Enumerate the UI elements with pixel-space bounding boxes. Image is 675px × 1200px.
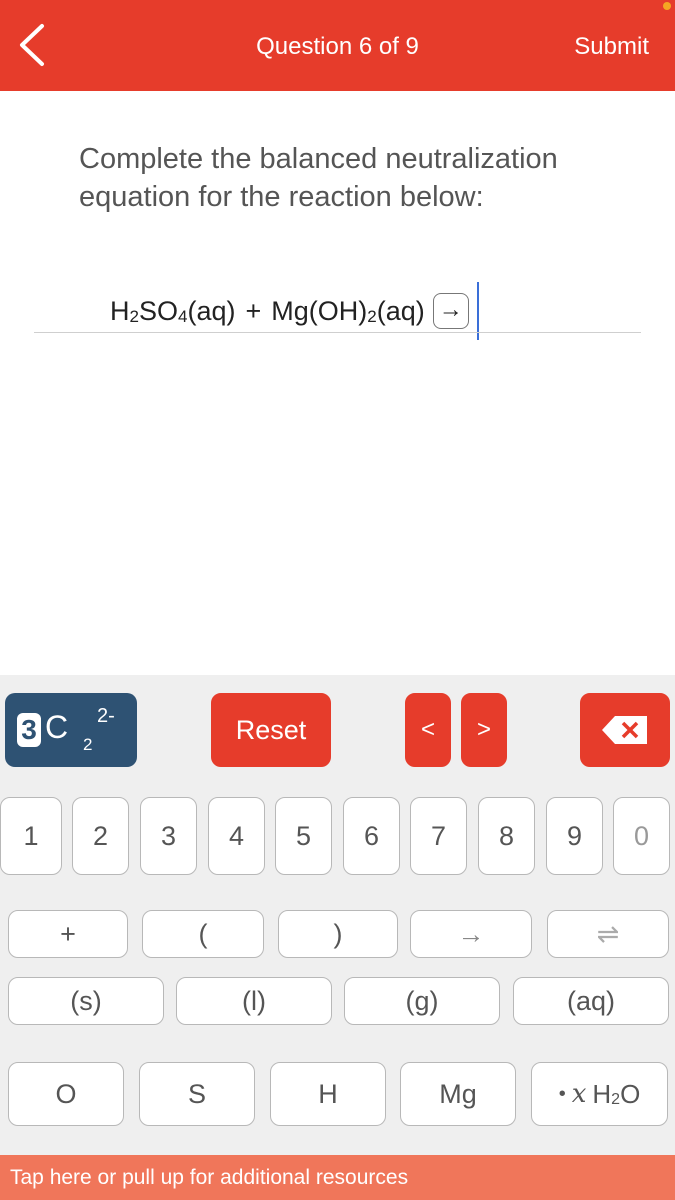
equilibrium-arrow-key[interactable]: ⇌ bbox=[547, 910, 669, 958]
digit-key-3[interactable]: 3 bbox=[140, 797, 197, 875]
element-key-o[interactable]: O bbox=[8, 1062, 124, 1126]
element-key-mg[interactable]: Mg bbox=[400, 1062, 516, 1126]
state-solid-key[interactable]: (s) bbox=[8, 977, 164, 1025]
additional-resources-bar[interactable]: Tap here or pull up for additional resou… bbox=[0, 1155, 675, 1200]
reactant-1-so-subscript: 4 bbox=[177, 307, 188, 326]
digit-key-0[interactable]: 0 bbox=[613, 797, 670, 875]
plus-key[interactable]: + bbox=[8, 910, 128, 958]
backspace-button[interactable] bbox=[580, 693, 670, 767]
chemistry-keyboard: 3 C 2 2- Reset < > 1 2 3 4 5 6 7 8 9 0 +… bbox=[0, 675, 675, 1155]
open-paren-key[interactable]: ( bbox=[142, 910, 264, 958]
template-superscript: 2- bbox=[97, 705, 115, 727]
element-key-s[interactable]: S bbox=[139, 1062, 255, 1126]
digit-key-9[interactable]: 9 bbox=[546, 797, 603, 875]
digit-key-8[interactable]: 8 bbox=[478, 797, 535, 875]
water-h-subscript: 2 bbox=[611, 1091, 621, 1108]
reactant-1-state: (aq) bbox=[187, 295, 236, 326]
reactant-2-state: (aq) bbox=[376, 295, 425, 326]
template-badge: 3 bbox=[17, 713, 41, 747]
yields-arrow-key[interactable]: → bbox=[410, 910, 532, 958]
reset-button[interactable]: Reset bbox=[211, 693, 331, 767]
reactant-2-mgoh: Mg(OH) bbox=[271, 295, 368, 326]
template-key[interactable]: 3 C 2 2- bbox=[5, 693, 137, 767]
question-prompt: Complete the balanced neutralization equ… bbox=[79, 143, 558, 213]
submit-button[interactable]: Submit bbox=[574, 33, 649, 61]
template-subscript: 2 bbox=[83, 735, 93, 754]
reactant-2-subscript: 2 bbox=[367, 307, 377, 326]
digit-key-4[interactable]: 4 bbox=[208, 797, 265, 875]
cursor-left-button[interactable]: < bbox=[405, 693, 451, 767]
equation-underline bbox=[34, 332, 641, 333]
reactant-1-h-subscript: 2 bbox=[129, 307, 139, 326]
element-key-h[interactable]: H bbox=[270, 1062, 386, 1126]
digit-key-2[interactable]: 2 bbox=[72, 797, 129, 875]
plus-sign: + bbox=[245, 295, 262, 326]
water-h: H bbox=[592, 1078, 612, 1109]
state-liquid-key[interactable]: (l) bbox=[176, 977, 332, 1025]
notification-dot bbox=[663, 2, 671, 10]
digit-key-7[interactable]: 7 bbox=[410, 797, 467, 875]
backspace-icon bbox=[602, 716, 647, 744]
water-x: x bbox=[571, 1079, 587, 1109]
reaction-arrow-icon[interactable]: → bbox=[432, 293, 469, 329]
water-dot: • bbox=[558, 1082, 566, 1105]
digit-key-6[interactable]: 6 bbox=[343, 797, 400, 875]
water-o: O bbox=[620, 1078, 641, 1109]
digit-key-1[interactable]: 1 bbox=[0, 797, 62, 875]
reactant-1-so: SO bbox=[138, 295, 178, 326]
close-paren-key[interactable]: ) bbox=[278, 910, 398, 958]
digit-key-5[interactable]: 5 bbox=[275, 797, 332, 875]
reactant-1-h: H bbox=[110, 295, 130, 326]
header-bar: Question 6 of 9 Submit bbox=[0, 0, 675, 91]
state-gas-key[interactable]: (g) bbox=[344, 977, 500, 1025]
water-of-hydration-key[interactable]: • x H2O bbox=[531, 1062, 668, 1126]
template-symbol: C bbox=[45, 709, 69, 745]
state-aqueous-key[interactable]: (aq) bbox=[513, 977, 669, 1025]
cursor-right-button[interactable]: > bbox=[461, 693, 507, 767]
